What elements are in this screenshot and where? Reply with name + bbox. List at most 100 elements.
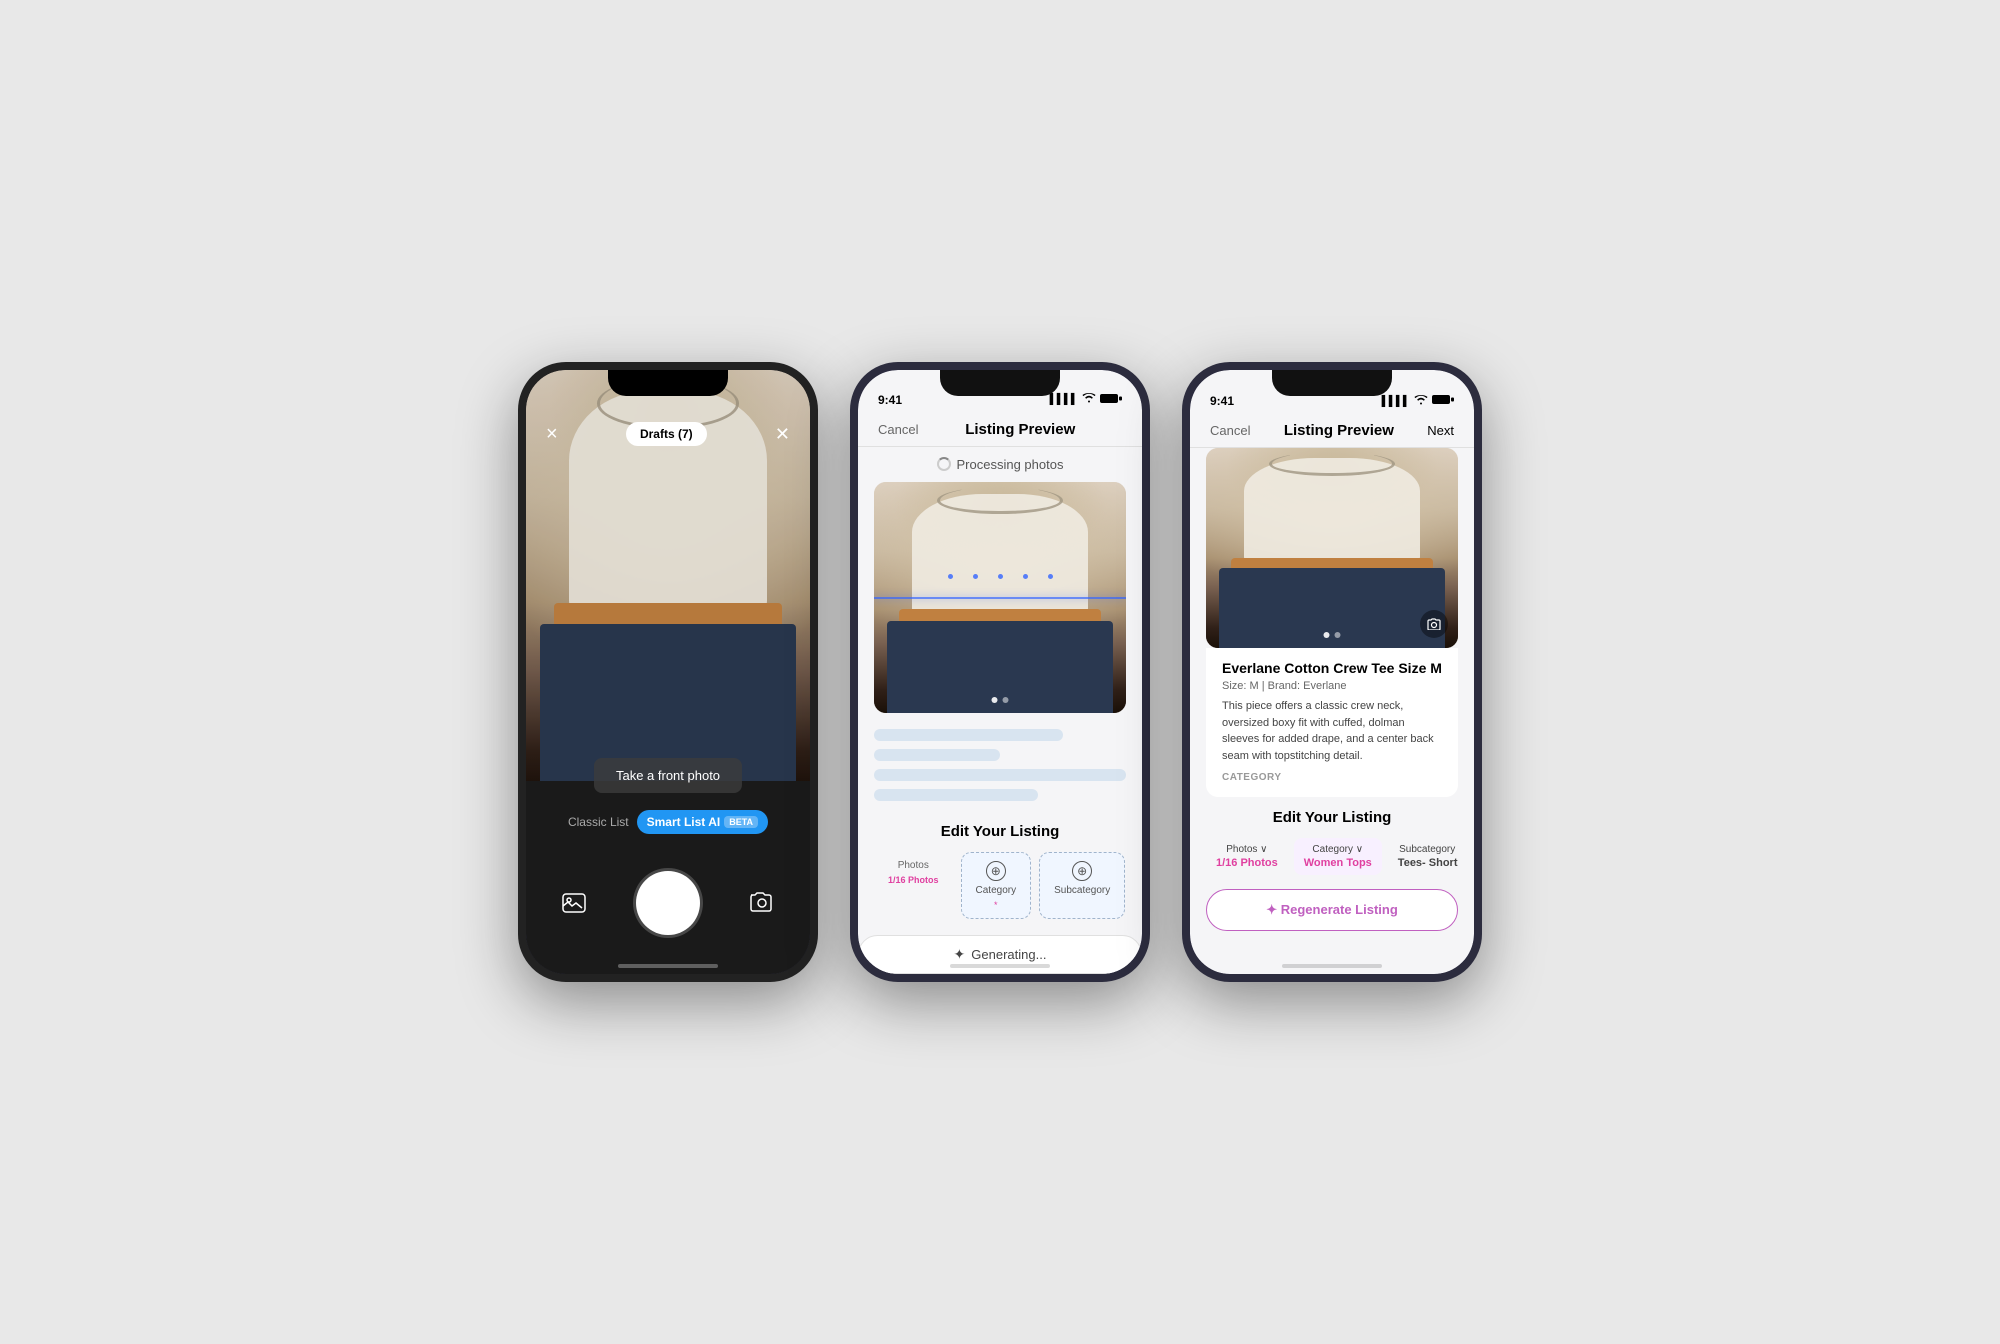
necklace-2 [937,487,1063,515]
sparkle-icon: ✦ [954,946,966,963]
cancel-button-2[interactable]: Cancel [878,422,918,437]
regenerate-listing-button[interactable]: ✦ Regenerate Listing [1206,889,1458,931]
camera-controls [526,871,810,935]
edit-listing-section-3: Edit Your Listing Photos ∨ 1/16 Photos C… [1190,797,1474,877]
skeleton-line-2 [874,749,1000,761]
product-description: This piece offers a classic crew neck, o… [1222,698,1442,764]
nav-bar-3: Cancel Listing Preview Next [1190,414,1474,448]
photos-label-3: Photos ∨ [1226,844,1267,855]
skeleton-loading [858,713,1142,809]
skeleton-line-4 [874,789,1038,801]
smart-list-toggle[interactable]: Smart List AI BETA [637,810,768,834]
subcategory-tab-3[interactable]: Subcategory ∨ Tees- Short... [1388,838,1458,875]
scan-dot-2 [973,574,978,579]
signal-icon-3: ▌▌▌▌ [1382,396,1410,407]
skeleton-line-1 [874,729,1063,741]
photos-tab-sublabel: 1/16 Photos [888,875,939,885]
close-icon[interactable]: × [546,423,558,446]
edit-listing-title-3: Edit Your Listing [1206,809,1458,826]
subcategory-value-3: Tees- Short... [1398,857,1458,869]
camera-x-icon[interactable]: ✕ [775,424,790,445]
category-icon: ⊕ [986,861,1006,881]
smart-list-label: Smart List AI [647,815,721,829]
generating-label: Generating... [971,947,1046,962]
screen-3: 9:41 ▌▌▌▌ [1190,370,1474,974]
listing-dot-2 [1335,632,1341,638]
nav-bar-2: Cancel Listing Preview [858,413,1142,447]
camera-bottom: Classic List Smart List AI BETA [526,781,810,974]
subcategory-icon: ⊕ [1072,861,1092,881]
category-tab-3[interactable]: Category ∨ Women Tops [1294,838,1382,875]
battery-icon-3 [1432,394,1454,408]
category-tab-label: Category [976,885,1017,896]
processing-screen: 9:41 ▌▌▌▌ [858,370,1142,974]
next-button-3[interactable]: Next [1427,423,1454,438]
dot-1-2 [992,697,998,703]
notch-3 [1272,370,1392,396]
home-indicator-2 [950,964,1050,968]
processing-product-image [874,482,1126,713]
product-meta: Size: M | Brand: Everlane [1222,680,1442,692]
home-indicator-1 [618,964,718,968]
listing-preview-title-3: Listing Preview [1284,422,1394,439]
generating-bar: ✦ Generating... [858,935,1142,974]
cancel-button-3[interactable]: Cancel [1210,423,1250,438]
listing-toggle: Classic List Smart List AI BETA [568,810,768,834]
photos-tab-2[interactable]: Photos 1/16 Photos [874,852,953,919]
phone-1: × Drafts (7) ✕ Take a front photo Classi… [518,362,818,982]
phone-2: 9:41 ▌▌▌▌ [850,362,1150,982]
notch-1 [608,370,728,396]
category-section-label: CATEGORY [1222,772,1442,783]
subcategory-tab-2[interactable]: ⊕ Subcategory [1039,852,1125,919]
subcategory-tab-label: Subcategory [1054,885,1110,896]
processing-text: Processing photos [957,457,1064,472]
edit-tabs-3: Photos ∨ 1/16 Photos Category ∨ Women To… [1206,838,1458,877]
battery-icon [1100,393,1122,407]
wifi-icon [1082,393,1096,406]
scan-line [874,597,1126,599]
scan-dots [874,574,1126,579]
photos-tab-3[interactable]: Photos ∨ 1/16 Photos [1206,838,1288,875]
category-required: * [994,900,998,910]
signal-icon: ▌▌▌▌ [1050,394,1078,405]
phone-3: 9:41 ▌▌▌▌ [1182,362,1482,982]
dot-2-2 [1003,697,1009,703]
photos-tab-label: Photos [898,860,929,871]
processing-status: Processing photos [858,447,1142,482]
screen-1: × Drafts (7) ✕ Take a front photo Classi… [526,370,810,974]
status-icons-2: ▌▌▌▌ [1050,393,1122,407]
listing-preview-title-2: Listing Preview [965,421,1075,438]
category-tab-2[interactable]: ⊕ Category * [961,852,1032,919]
listing-content: Everlane Cotton Crew Tee Size M Size: M … [1206,648,1458,797]
scan-dot-3 [998,574,1003,579]
category-value-3: Women Tops [1304,857,1372,869]
status-time-2: 9:41 [878,393,902,407]
camera-shutter-button[interactable] [636,871,700,935]
status-time-3: 9:41 [1210,394,1234,408]
processing-spinner [937,457,951,471]
drafts-badge[interactable]: Drafts (7) [626,422,707,446]
listing-dot-1 [1324,632,1330,638]
subcategory-label-3: Subcategory ∨ [1399,844,1458,855]
product-title: Everlane Cotton Crew Tee Size M [1222,660,1442,676]
listing-screen: 9:41 ▌▌▌▌ [1190,370,1474,974]
edit-photo-icon[interactable] [1420,610,1448,638]
notch-2 [940,370,1060,396]
gallery-icon[interactable] [556,885,592,921]
flip-camera-icon[interactable] [744,885,780,921]
camera-header: × Drafts (7) ✕ [526,414,810,454]
home-indicator-3 [1282,964,1382,968]
scan-dot-4 [1023,574,1028,579]
screen-2: 9:41 ▌▌▌▌ [858,370,1142,974]
photos-value-3: 1/16 Photos [1216,857,1278,869]
skeleton-line-3 [874,769,1126,781]
edit-tabs-2: Photos 1/16 Photos ⊕ Category * ⊕ Subc [874,852,1126,921]
classic-list-label[interactable]: Classic List [568,815,629,829]
category-label-3: Category ∨ [1312,844,1363,855]
phones-container: × Drafts (7) ✕ Take a front photo Classi… [518,362,1482,982]
listing-product-image [1206,448,1458,648]
photo-hint: Take a front photo [594,758,742,793]
beta-badge: BETA [724,816,758,828]
wifi-icon-3 [1414,395,1428,408]
edit-listing-section-2: Edit Your Listing Photos 1/16 Photos ⊕ C… [858,809,1142,921]
